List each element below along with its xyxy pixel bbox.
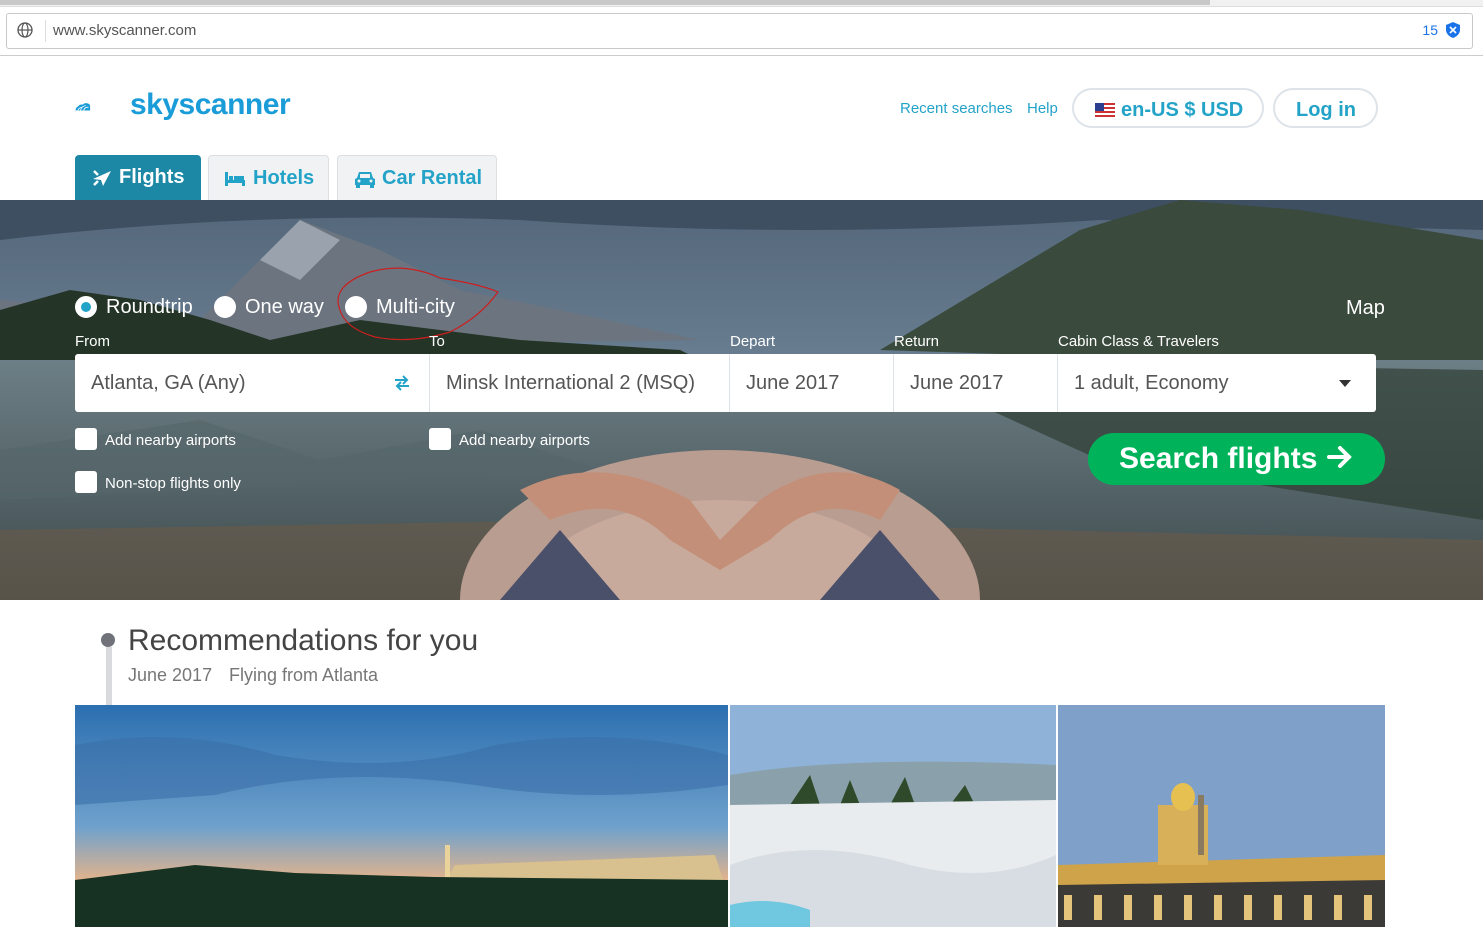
annotation-circle xyxy=(337,267,499,341)
cabin-label: Cabin Class & Travelers xyxy=(1058,333,1219,350)
recent-searches-link[interactable]: Recent searches xyxy=(900,100,1013,117)
tab-hotels[interactable]: Hotels xyxy=(208,155,329,200)
map-link[interactable]: Map xyxy=(1346,297,1385,320)
nearby-from-label: Add nearby airports xyxy=(105,432,236,449)
return-label: Return xyxy=(894,333,940,350)
locale-label: en-US $ USD xyxy=(1121,99,1244,121)
plane-icon xyxy=(93,170,111,186)
skyscanner-logo-icon[interactable] xyxy=(75,86,133,128)
return-value[interactable]: June 2017 xyxy=(910,372,1003,395)
tab-flights[interactable]: Flights xyxy=(75,155,201,200)
recommendation-card-1[interactable] xyxy=(75,705,728,927)
to-field[interactable]: Minsk International 2 (MSQ) xyxy=(430,354,730,412)
shield-icon[interactable] xyxy=(1446,22,1460,38)
radio-one-way-label: One way xyxy=(245,296,324,318)
url-text[interactable]: www.skyscanner.com xyxy=(53,22,196,39)
depart-field[interactable]: June 2017 xyxy=(730,354,894,412)
nonstop-box[interactable] xyxy=(75,471,97,493)
us-flag-icon xyxy=(1095,103,1115,117)
timeline-dot xyxy=(101,633,115,647)
radio-roundtrip-dot[interactable] xyxy=(75,296,97,318)
recommendations-title: Recommendations for you xyxy=(128,624,479,657)
car-icon xyxy=(355,172,375,188)
to-value[interactable]: Minsk International 2 (MSQ) xyxy=(446,372,695,395)
from-value[interactable]: Atlanta, GA (Any) xyxy=(91,372,246,395)
extension-badge-count[interactable]: 15 xyxy=(1422,22,1438,38)
tab-flights-label: Flights xyxy=(119,166,185,188)
login-label: Log in xyxy=(1296,99,1356,121)
nearby-to-box[interactable] xyxy=(429,428,451,450)
globe-icon xyxy=(17,22,33,38)
help-link[interactable]: Help xyxy=(1027,100,1058,117)
from-label: From xyxy=(75,333,110,350)
arrow-right-icon xyxy=(1327,446,1352,468)
tab-car-rental-label: Car Rental xyxy=(382,167,483,189)
cabin-travelers-field[interactable]: 1 adult, Economy xyxy=(1058,354,1376,412)
search-flights-label: Search flights xyxy=(1119,442,1318,475)
to-label: To xyxy=(429,333,445,350)
address-bar[interactable]: www.skyscanner.com 15 xyxy=(6,13,1473,49)
swap-icon[interactable] xyxy=(393,375,411,391)
browser-tab-strip xyxy=(0,0,1483,7)
recommendation-card-2[interactable] xyxy=(730,705,1056,927)
search-flights-button[interactable]: Search flights xyxy=(1088,433,1385,485)
nearby-to-label: Add nearby airports xyxy=(459,432,590,449)
brand-name[interactable]: skyscanner xyxy=(130,88,291,122)
login-button[interactable]: Log in xyxy=(1273,88,1378,128)
search-form: Atlanta, GA (Any) Minsk International 2 … xyxy=(75,354,1376,412)
depart-label: Depart xyxy=(730,333,776,350)
recommendations-origin: Flying from Atlanta xyxy=(229,665,379,685)
tab-car-rental[interactable]: Car Rental xyxy=(337,155,497,200)
bed-icon xyxy=(225,172,245,186)
chevron-down-icon[interactable] xyxy=(1339,380,1351,387)
browser-divider xyxy=(0,55,1483,56)
depart-value[interactable]: June 2017 xyxy=(746,372,839,395)
address-separator xyxy=(45,20,46,42)
recommendation-card-3[interactable] xyxy=(1058,705,1385,927)
return-field[interactable]: June 2017 xyxy=(894,354,1058,412)
from-field[interactable]: Atlanta, GA (Any) xyxy=(75,354,430,412)
radio-one-way-dot[interactable] xyxy=(214,296,236,318)
locale-currency-button[interactable]: en-US $ USD xyxy=(1072,88,1264,128)
nearby-from-box[interactable] xyxy=(75,428,97,450)
radio-roundtrip-label: Roundtrip xyxy=(106,296,193,318)
tab-hotels-label: Hotels xyxy=(253,167,315,189)
cabin-value[interactable]: 1 adult, Economy xyxy=(1074,372,1229,395)
recommendations-month: June 2017 xyxy=(128,665,213,685)
nonstop-label: Non-stop flights only xyxy=(105,475,241,492)
